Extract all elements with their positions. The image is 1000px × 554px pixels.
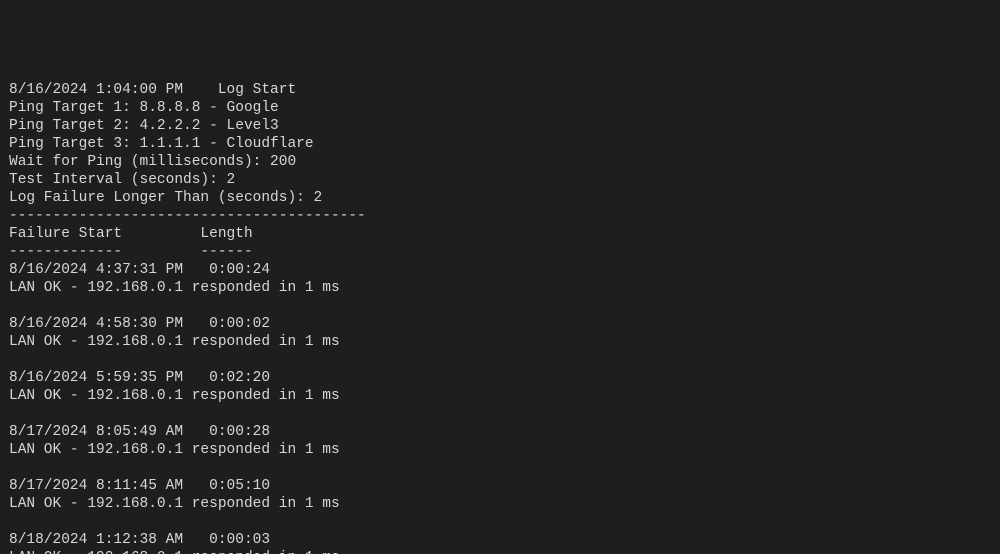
ping-target-line: Ping Target 2: 4.2.2.2 - Level3	[9, 117, 991, 135]
column-divider: ------------- ------	[9, 243, 991, 261]
ping-target-line: Ping Target 3: 1.1.1.1 - Cloudflare	[9, 135, 991, 153]
log-output: 8/16/2024 1:04:00 PM Log StartPing Targe…	[9, 81, 991, 554]
ping-target-line: Ping Target 1: 8.8.8.8 - Google	[9, 99, 991, 117]
lan-status-line: LAN OK - 192.168.0.1 responded in 1 ms	[9, 279, 991, 297]
log-header-line: 8/16/2024 1:04:00 PM Log Start	[9, 81, 991, 99]
lan-status-line: LAN OK - 192.168.0.1 responded in 1 ms	[9, 441, 991, 459]
lan-status-line: LAN OK - 192.168.0.1 responded in 1 ms	[9, 387, 991, 405]
settings-line: Wait for Ping (milliseconds): 200	[9, 153, 991, 171]
divider: ----------------------------------------…	[9, 207, 991, 225]
failure-entry-line: 8/17/2024 8:05:49 AM 0:00:28	[9, 423, 991, 441]
blank-line	[9, 459, 991, 477]
settings-line: Test Interval (seconds): 2	[9, 171, 991, 189]
blank-line	[9, 513, 991, 531]
failure-entry-line: 8/16/2024 5:59:35 PM 0:02:20	[9, 369, 991, 387]
blank-line	[9, 405, 991, 423]
lan-status-line: LAN OK - 192.168.0.1 responded in 1 ms	[9, 549, 991, 554]
lan-status-line: LAN OK - 192.168.0.1 responded in 1 ms	[9, 333, 991, 351]
failure-entry-line: 8/16/2024 4:37:31 PM 0:00:24	[9, 261, 991, 279]
blank-line	[9, 351, 991, 369]
settings-line: Log Failure Longer Than (seconds): 2	[9, 189, 991, 207]
column-header: Failure Start Length	[9, 225, 991, 243]
log-start-timestamp: 8/16/2024 1:04:00 PM	[9, 82, 183, 98]
blank-line	[9, 297, 991, 315]
failure-entry-line: 8/17/2024 8:11:45 AM 0:05:10	[9, 477, 991, 495]
failure-entry-line: 8/16/2024 4:58:30 PM 0:00:02	[9, 315, 991, 333]
failure-entry-line: 8/18/2024 1:12:38 AM 0:00:03	[9, 531, 991, 549]
lan-status-line: LAN OK - 192.168.0.1 responded in 1 ms	[9, 495, 991, 513]
log-start-label: Log Start	[218, 82, 296, 98]
